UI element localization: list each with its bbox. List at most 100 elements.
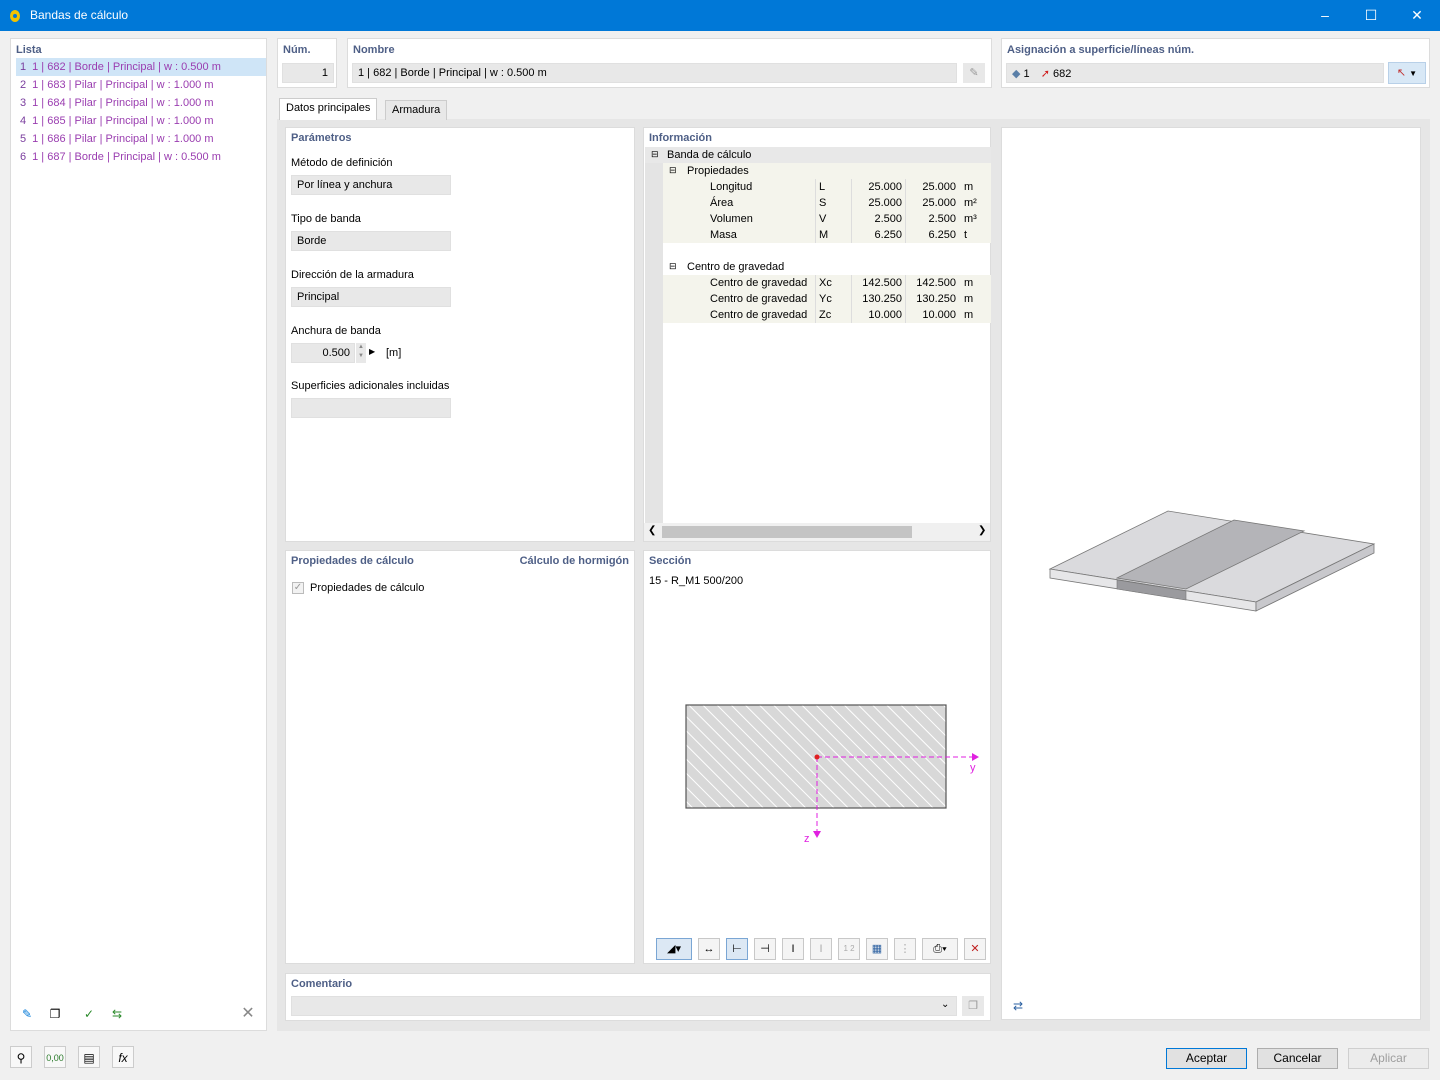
- asignacion-field[interactable]: ◆ 1 ➚ 682: [1006, 63, 1384, 83]
- superficies-label: Superficies adicionales incluidas: [291, 380, 450, 392]
- list-icon[interactable]: ⋮: [894, 938, 916, 960]
- tree-value-row[interactable]: Área S 25.000 25.000 m²: [663, 195, 991, 211]
- title-bar: Bandas de cálculo – ☐ ✕: [0, 0, 1440, 31]
- anchura-field[interactable]: 0.500: [291, 343, 355, 363]
- line-number: 682: [1053, 68, 1072, 80]
- print-icon[interactable]: ⎙▾: [922, 938, 958, 960]
- scroll-right-icon[interactable]: ❯: [978, 525, 986, 536]
- new-item-icon[interactable]: ✎: [16, 1003, 38, 1025]
- view-mode-icon[interactable]: ◢▾: [656, 938, 692, 960]
- app-icon: [8, 7, 22, 23]
- dimension-icon[interactable]: ↔: [698, 938, 720, 960]
- tree-propiedades-row[interactable]: ⊟ Propiedades: [663, 163, 991, 179]
- list-item[interactable]: 3 1 | 684 | Pilar | Principal | w : 1.000…: [16, 94, 266, 112]
- property-name: Volumen: [710, 213, 753, 225]
- asignacion-panel: Asignación a superficie/líneas núm. ◆ 1 …: [1001, 38, 1430, 88]
- tree-value-row[interactable]: Longitud L 25.000 25.000 m: [663, 179, 991, 195]
- property-value-1: 142.500: [851, 275, 905, 291]
- check-selected-icon[interactable]: ⇆: [106, 1003, 128, 1025]
- collapse-icon[interactable]: ⊟: [666, 259, 680, 275]
- stress-points-icon[interactable]: ⊣: [754, 938, 776, 960]
- list-item-number: 5: [20, 133, 27, 145]
- view-options-icon[interactable]: ⇄: [1007, 995, 1029, 1017]
- tipo-label: Tipo de banda: [291, 213, 361, 225]
- select-in-graphics-button[interactable]: ↖ ▼: [1388, 62, 1426, 84]
- comentario-panel: Comentario ⌄ ❐: [285, 973, 991, 1021]
- accept-button[interactable]: Aceptar: [1166, 1048, 1247, 1069]
- tree-centro-label: Centro de gravedad: [687, 261, 785, 273]
- tab-armadura[interactable]: Armadura: [385, 100, 448, 120]
- chevron-down-icon[interactable]: ⌄: [941, 999, 949, 1010]
- grid-icon[interactable]: ▦: [866, 938, 888, 960]
- list-item[interactable]: 4 1 | 685 | Pilar | Principal | w : 1.000…: [16, 112, 266, 130]
- delete-icon[interactable]: ✕: [237, 1003, 259, 1025]
- z-axis-label: z: [804, 833, 810, 845]
- cancel-button[interactable]: Cancelar: [1257, 1048, 1338, 1069]
- check-all-icon[interactable]: ✓: [78, 1003, 100, 1025]
- property-name: Centro de gravedad: [710, 293, 808, 305]
- section-i-icon[interactable]: I: [782, 938, 804, 960]
- list-item[interactable]: 2 1 | 683 | Pilar | Principal | w : 1.000…: [16, 76, 266, 94]
- direccion-field[interactable]: Principal: [291, 287, 451, 307]
- reset-view-icon[interactable]: ✕: [964, 938, 986, 960]
- display-settings-icon[interactable]: ▤: [78, 1046, 100, 1068]
- property-symbol: Xc: [815, 275, 851, 291]
- collapse-icon[interactable]: ⊟: [648, 147, 662, 163]
- propiedades-calculo-panel: Propiedades de cálculo Cálculo de hormig…: [285, 550, 635, 964]
- nombre-panel: Nombre 1 | 682 | Borde | Principal | w :…: [347, 38, 992, 88]
- maximize-icon[interactable]: ☐: [1348, 0, 1394, 31]
- edit-name-icon[interactable]: ✎: [963, 63, 985, 83]
- property-unit: m: [964, 293, 974, 305]
- property-unit: t: [964, 229, 968, 241]
- formula-icon[interactable]: fx: [112, 1046, 134, 1068]
- model-3d-view: [1048, 510, 1376, 612]
- superficies-field[interactable]: [291, 398, 451, 418]
- apply-button[interactable]: Aplicar: [1348, 1048, 1429, 1069]
- parametros-header: Parámetros: [291, 132, 352, 144]
- property-symbol: M: [815, 227, 851, 243]
- anchura-unit: [m]: [386, 347, 402, 359]
- nombre-field[interactable]: 1 | 682 | Borde | Principal | w : 0.500 …: [352, 63, 957, 83]
- property-name: Centro de gravedad: [710, 277, 808, 289]
- tree-propiedades-label: Propiedades: [687, 165, 749, 177]
- scroll-thumb[interactable]: [662, 526, 912, 538]
- section-drawing: y z: [685, 704, 979, 845]
- anchura-arrow-icon[interactable]: ▶: [369, 347, 375, 356]
- numbering-icon[interactable]: 1 2: [838, 938, 860, 960]
- property-symbol: Yc: [815, 291, 851, 307]
- property-value-1: 6.250: [851, 227, 905, 243]
- propiedades-calculo-checkbox[interactable]: ✓: [292, 582, 304, 594]
- help-icon[interactable]: ⚲: [10, 1046, 32, 1068]
- minimize-icon[interactable]: –: [1302, 0, 1348, 31]
- property-value-1: 10.000: [851, 307, 905, 323]
- close-icon[interactable]: ✕: [1394, 0, 1440, 31]
- tree-value-row[interactable]: Centro de gravedad Zc 10.000 10.000 m: [663, 307, 991, 323]
- section-i-disabled-icon[interactable]: I: [810, 938, 832, 960]
- list-item-number: 2: [20, 79, 27, 91]
- addon-label: Cálculo de hormigón: [519, 555, 629, 567]
- tree-value-row[interactable]: Volumen V 2.500 2.500 m³: [663, 211, 991, 227]
- num-field[interactable]: 1: [282, 63, 334, 83]
- tree-value-row[interactable]: Centro de gravedad Xc 142.500 142.500 m: [663, 275, 991, 291]
- scroll-left-icon[interactable]: ❮: [648, 525, 656, 536]
- tree-centro-row[interactable]: ⊟ Centro de gravedad: [663, 259, 991, 275]
- horizontal-scrollbar[interactable]: ❮ ❯: [644, 523, 990, 541]
- units-icon[interactable]: 0,00: [44, 1046, 66, 1068]
- property-value-1: 25.000: [851, 195, 905, 211]
- tree-value-row[interactable]: Centro de gravedad Yc 130.250 130.250 m: [663, 291, 991, 307]
- tipo-field[interactable]: Borde: [291, 231, 451, 251]
- collapse-icon[interactable]: ⊟: [666, 163, 680, 179]
- copy-item-icon[interactable]: ❐: [44, 1003, 66, 1025]
- tree-value-row[interactable]: Masa M 6.250 6.250 t: [663, 227, 991, 243]
- axes-icon[interactable]: ⊢: [726, 938, 748, 960]
- anchura-spinner[interactable]: ▲ ▼: [356, 343, 366, 363]
- list-item[interactable]: 1 1 | 682 | Borde | Principal | w : 0.500…: [16, 58, 266, 76]
- comment-copy-icon[interactable]: ❐: [962, 996, 984, 1016]
- nombre-header: Nombre: [353, 44, 395, 56]
- metodo-field[interactable]: Por línea y anchura: [291, 175, 451, 195]
- comentario-field[interactable]: [291, 996, 957, 1016]
- tree-root-row[interactable]: ⊟ Banda de cálculo: [645, 147, 991, 163]
- list-item[interactable]: 6 1 | 687 | Borde | Principal | w : 0.500…: [16, 148, 266, 166]
- tab-datos-principales[interactable]: Datos principales: [279, 98, 378, 120]
- list-item[interactable]: 5 1 | 686 | Pilar | Principal | w : 1.000…: [16, 130, 266, 148]
